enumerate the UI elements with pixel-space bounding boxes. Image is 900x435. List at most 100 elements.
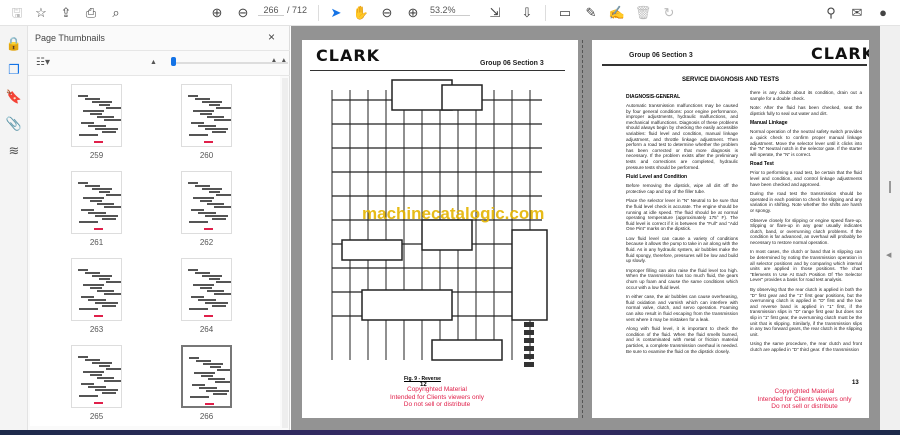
paragraph: Automatic transmission malfunctions may … xyxy=(626,103,738,170)
close-panel-button[interactable]: × xyxy=(268,30,275,44)
paragraph: Place the selector lever in "N" Neutral … xyxy=(626,198,738,232)
text-column-2: there is any doubt about its condition, … xyxy=(750,90,862,357)
select-cursor-icon[interactable]: ➤ xyxy=(327,4,345,22)
stamp-line: Copyrighted Material xyxy=(407,386,467,393)
page-thumbnail[interactable] xyxy=(181,84,232,147)
sign-icon[interactable]: ✍ xyxy=(608,4,626,22)
left-tool-rail: 🔒 ❐ 🔖 📎 ≋ xyxy=(0,26,28,435)
thumbnail-label: 266 xyxy=(199,412,214,421)
account-icon[interactable]: ● xyxy=(874,4,892,22)
previous-page-icon[interactable]: ⊕ xyxy=(208,4,226,22)
email-icon[interactable]: ✉ xyxy=(848,4,866,22)
legend-swatch xyxy=(524,346,534,351)
top-toolbar: 🖫 ☆ ⇪ ⎙ ⌕ ⊕ ⊖ 266 / 712 ➤ ✋ ⊖ ⊕ 53.2% ⇲ … xyxy=(0,0,900,26)
redo-icon[interactable]: ↻ xyxy=(660,4,678,22)
diagram-component xyxy=(431,339,503,361)
thumbnail-label: 262 xyxy=(199,238,214,247)
zoom-in-icon[interactable]: ⊕ xyxy=(404,4,422,22)
page-thumbnail[interactable] xyxy=(181,258,232,321)
hand-tool-icon[interactable]: ✋ xyxy=(352,4,370,22)
thumbnail-options-icon[interactable]: ☷▾ xyxy=(36,57,50,68)
layers-icon[interactable]: ≋ xyxy=(5,143,23,161)
subheading: Fluid Level and Condition xyxy=(626,174,688,181)
hydraulic-diagram xyxy=(331,79,548,367)
paragraph: By observing that the rear clutch is app… xyxy=(750,287,862,337)
cloud-upload-icon[interactable]: ⇪ xyxy=(57,4,75,22)
paragraph: Using the same procedure, the rear clutc… xyxy=(750,341,862,352)
share-link-icon[interactable]: ⚲ xyxy=(822,4,840,22)
left-page: CLARK Group 06 Section 3 Fig. 9 - Revers… xyxy=(302,40,578,418)
page-header: Group 06 Section 3 xyxy=(629,52,693,59)
document-scrollbar[interactable]: ◀ xyxy=(880,26,900,430)
small-thumbnail-icon[interactable]: ▲ xyxy=(150,59,157,66)
page-thumbnail[interactable] xyxy=(71,171,122,234)
diagram-component xyxy=(361,289,453,321)
stamp-line: Do not sell or distribute xyxy=(771,403,838,410)
paragraph: Prior to performing a road test, be cert… xyxy=(750,170,862,187)
paragraph: During the road test the transmission sh… xyxy=(750,191,862,213)
page-thumbnail[interactable] xyxy=(181,345,232,408)
collapse-arrow-icon[interactable]: ◀ xyxy=(886,251,891,259)
page-thumbnail[interactable] xyxy=(71,258,122,321)
page-thumbnails-icon[interactable]: ❐ xyxy=(5,62,23,80)
save-icon[interactable]: 🖫 xyxy=(8,4,26,22)
watermark: machinecatalogic.com xyxy=(362,204,545,223)
page-thumbnail[interactable] xyxy=(71,345,122,408)
zoom-out-icon[interactable]: ⊖ xyxy=(378,4,396,22)
page-fit-icon[interactable]: ⇲ xyxy=(486,4,504,22)
scroll-mode-icon[interactable]: ⇩ xyxy=(518,4,536,22)
thumbnail-label: 264 xyxy=(199,325,214,334)
document-view: CLARK Group 06 Section 3 Fig. 9 - Revers… xyxy=(291,26,880,430)
page-number-input[interactable]: 266 xyxy=(258,5,284,16)
page-number: 13 xyxy=(852,380,859,386)
divider xyxy=(318,5,319,21)
copyright-stamp: Copyrighted Material Intended for Client… xyxy=(742,388,867,411)
paragraph: Observe closely for slipping or engine s… xyxy=(750,217,862,245)
paragraph: Note: After the fluid has been checked, … xyxy=(750,105,862,116)
highlight-pen-icon[interactable]: ✎ xyxy=(582,4,600,22)
paragraph: Improper filling can also raise the flui… xyxy=(626,267,738,290)
thumbnail-label: 260 xyxy=(199,151,214,160)
stamp-line: Copyrighted Material xyxy=(774,388,835,395)
search-icon[interactable]: ⌕ xyxy=(107,4,125,22)
paragraph: In either case, the air bubbles can caus… xyxy=(626,294,738,322)
taskbar-strip xyxy=(0,430,900,435)
scroll-thumb[interactable] xyxy=(889,181,891,193)
diagram-component xyxy=(421,219,473,251)
slider-handle[interactable] xyxy=(171,57,176,66)
page-thumbnail[interactable] xyxy=(71,84,122,147)
subheading: Road Test xyxy=(750,161,774,168)
attachments-icon[interactable]: 📎 xyxy=(5,116,23,134)
thumbnail-label: 263 xyxy=(89,325,104,334)
panel-title: Page Thumbnails xyxy=(35,33,105,43)
thumbnail-size-slider[interactable] xyxy=(173,62,288,64)
comment-icon[interactable]: ▭ xyxy=(556,4,574,22)
paragraph: In most cases, the clutch or band that i… xyxy=(750,249,862,283)
thumbnail-scrollbar[interactable] xyxy=(282,78,288,428)
clark-logo: CLARK xyxy=(811,44,869,63)
bookmark-star-icon[interactable]: ☆ xyxy=(32,4,50,22)
stamp-line: Intended for Clients viewers only xyxy=(390,393,484,401)
diagram-component xyxy=(341,239,403,261)
subheading: Manual Linkage xyxy=(750,120,788,127)
bookmarks-icon[interactable]: 🔖 xyxy=(5,89,23,107)
page-thumbnail[interactable] xyxy=(181,171,232,234)
legend-swatch xyxy=(524,362,534,367)
stamp-line: Intended for Clients viewers only xyxy=(757,395,852,403)
thumbnail-grid: 259 260 261 262 263 264 265 266 xyxy=(30,76,280,426)
legend-swatch xyxy=(524,338,534,343)
print-icon[interactable]: ⎙ xyxy=(82,4,100,22)
paragraph: Low fluid level can cause a variety of c… xyxy=(626,235,738,264)
header-rule xyxy=(602,64,867,66)
lock-icon[interactable]: 🔒 xyxy=(5,36,23,54)
next-page-icon[interactable]: ⊖ xyxy=(234,4,252,22)
paragraph: there is any doubt about its condition, … xyxy=(750,90,862,101)
paragraph: Along with fluid level, it is important … xyxy=(626,326,738,354)
zoom-level-select[interactable]: 53.2% xyxy=(430,5,470,16)
thumbnail-label: 265 xyxy=(89,412,104,421)
section-title: SERVICE DIAGNOSIS AND TESTS xyxy=(681,77,780,83)
paragraph: Before removing the dipstick, wipe all d… xyxy=(626,183,738,194)
delete-icon[interactable]: 🗑 xyxy=(634,4,652,22)
divider xyxy=(545,5,546,21)
page-divider xyxy=(582,40,583,418)
